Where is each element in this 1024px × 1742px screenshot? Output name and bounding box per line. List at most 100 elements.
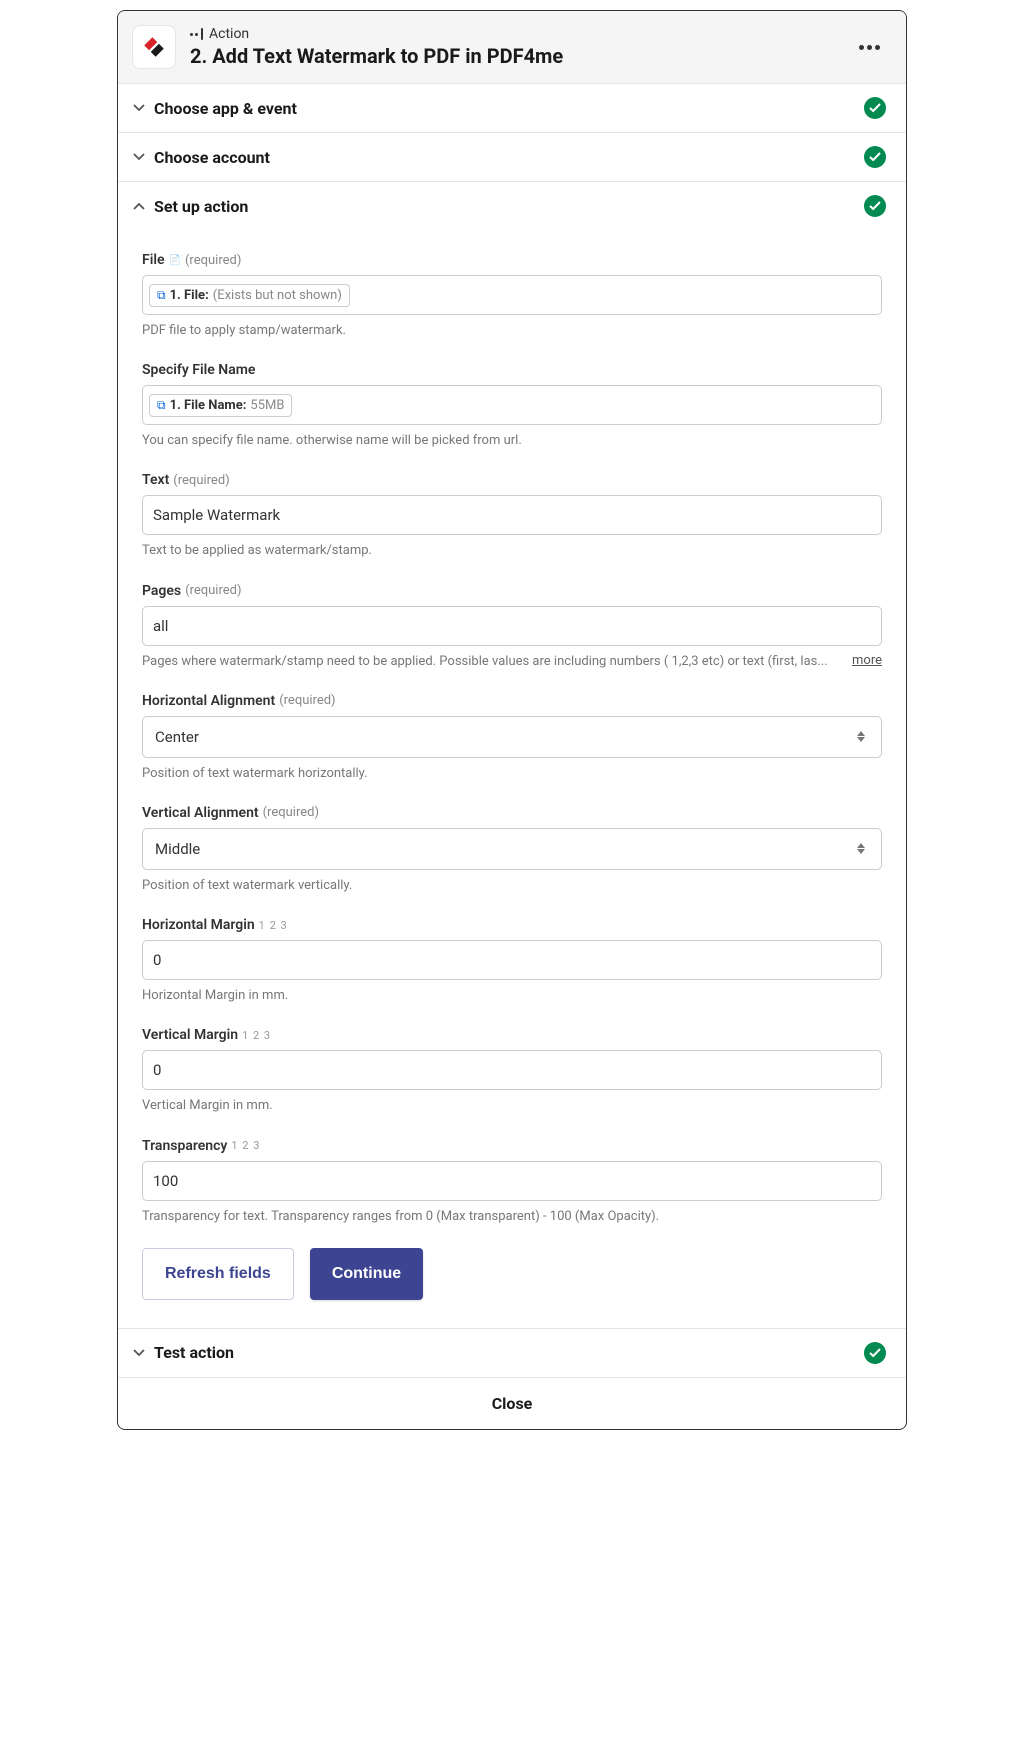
header-kicker: Action xyxy=(190,26,853,42)
hmargin-input[interactable]: 0 xyxy=(142,940,882,980)
pdf4me-icon xyxy=(141,34,167,60)
label-text: Horizontal Margin xyxy=(142,917,255,933)
label-text: Horizontal Alignment xyxy=(142,693,275,709)
vmargin-input[interactable]: 0 xyxy=(142,1050,882,1090)
halign-select[interactable]: Center xyxy=(142,716,882,758)
numeric-hint: 1 2 3 xyxy=(242,1029,271,1042)
field-label: File 📄 (required) xyxy=(142,252,882,268)
token-value: 55MB xyxy=(250,398,284,413)
check-icon xyxy=(864,146,886,168)
token-prefix: 1. File: xyxy=(170,288,209,303)
select-value: Center xyxy=(155,728,199,746)
header-text: Action 2. Add Text Watermark to PDF in P… xyxy=(190,26,853,68)
help-row: Pages where watermark/stamp need to be a… xyxy=(142,646,882,671)
label-text: File xyxy=(142,252,165,268)
section-choose-account[interactable]: Choose account xyxy=(118,132,906,181)
field-label: Vertical Alignment (required) xyxy=(142,805,882,821)
panel-header: Action 2. Add Text Watermark to PDF in P… xyxy=(118,11,906,83)
file-token[interactable]: ⧉ 1. File: (Exists but not shown) xyxy=(149,284,350,307)
input-value: all xyxy=(153,617,168,635)
field-transparency: Transparency 1 2 3 100 Transparency for … xyxy=(142,1138,882,1226)
close-button[interactable]: Close xyxy=(118,1377,906,1429)
section-title: Choose account xyxy=(154,148,864,167)
input-value: 0 xyxy=(153,1061,161,1079)
required-text: (required) xyxy=(263,805,319,820)
file-input[interactable]: ⧉ 1. File: (Exists but not shown) xyxy=(142,275,882,315)
check-icon xyxy=(864,1342,886,1364)
field-file: File 📄 (required) ⧉ 1. File: (Exists but… xyxy=(142,252,882,340)
numeric-hint: 1 2 3 xyxy=(231,1139,260,1152)
field-label: Horizontal Margin 1 2 3 xyxy=(142,917,882,933)
field-label: Transparency 1 2 3 xyxy=(142,1138,882,1154)
label-text: Specify File Name xyxy=(142,362,255,378)
field-label: Specify File Name xyxy=(142,362,882,378)
field-label: Text (required) xyxy=(142,472,882,488)
action-type-icon xyxy=(190,28,203,40)
more-menu-button[interactable] xyxy=(853,39,886,56)
chevron-down-icon xyxy=(130,99,148,117)
button-row: Refresh fields Continue xyxy=(142,1248,882,1300)
required-text: (required) xyxy=(185,583,241,598)
action-panel: Action 2. Add Text Watermark to PDF in P… xyxy=(117,10,907,1430)
select-caret-icon xyxy=(853,843,869,854)
help-text: Position of text watermark vertically. xyxy=(142,877,882,895)
text-input[interactable]: Sample Watermark xyxy=(142,495,882,535)
valign-select[interactable]: Middle xyxy=(142,828,882,870)
check-icon xyxy=(864,195,886,217)
input-value: Sample Watermark xyxy=(153,506,280,524)
section-setup-action[interactable]: Set up action xyxy=(118,181,906,230)
field-vmargin: Vertical Margin 1 2 3 0 Vertical Margin … xyxy=(142,1027,882,1115)
kicker-label: Action xyxy=(209,26,249,42)
setup-body: File 📄 (required) ⧉ 1. File: (Exists but… xyxy=(118,230,906,1328)
chevron-up-icon xyxy=(130,197,148,215)
field-text: Text (required) Sample Watermark Text to… xyxy=(142,472,882,560)
transparency-input[interactable]: 100 xyxy=(142,1161,882,1201)
required-text: (required) xyxy=(279,693,335,708)
help-text: Pages where watermark/stamp need to be a… xyxy=(142,653,842,671)
pages-input[interactable]: all xyxy=(142,606,882,646)
section-title: Choose app & event xyxy=(154,99,864,118)
dropbox-icon: ⧉ xyxy=(157,398,166,413)
help-text: Transparency for text. Transparency rang… xyxy=(142,1208,882,1226)
field-valign: Vertical Alignment (required) Middle Pos… xyxy=(142,805,882,895)
help-text: Text to be applied as watermark/stamp. xyxy=(142,542,882,560)
filename-input[interactable]: ⧉ 1. File Name: 55MB xyxy=(142,385,882,425)
label-text: Vertical Alignment xyxy=(142,805,259,821)
help-text: Vertical Margin in mm. xyxy=(142,1097,882,1115)
dropbox-icon: ⧉ xyxy=(157,288,166,303)
help-text: PDF file to apply stamp/watermark. xyxy=(142,322,882,340)
chevron-down-icon xyxy=(130,148,148,166)
section-choose-app[interactable]: Choose app & event xyxy=(118,83,906,132)
token-prefix: 1. File Name: xyxy=(170,398,247,413)
help-text: Position of text watermark horizontally. xyxy=(142,765,882,783)
select-value: Middle xyxy=(155,840,200,858)
field-hmargin: Horizontal Margin 1 2 3 0 Horizontal Mar… xyxy=(142,917,882,1005)
filename-token[interactable]: ⧉ 1. File Name: 55MB xyxy=(149,394,292,417)
app-icon xyxy=(132,25,176,69)
section-test-action[interactable]: Test action xyxy=(118,1328,906,1377)
numeric-hint: 1 2 3 xyxy=(259,919,288,932)
check-icon xyxy=(864,97,886,119)
continue-button[interactable]: Continue xyxy=(310,1248,423,1300)
chevron-down-icon xyxy=(130,1344,148,1362)
field-halign: Horizontal Alignment (required) Center P… xyxy=(142,693,882,783)
field-label: Horizontal Alignment (required) xyxy=(142,693,882,709)
panel-title: 2. Add Text Watermark to PDF in PDF4me xyxy=(190,44,853,68)
label-text: Pages xyxy=(142,583,181,599)
field-label: Pages (required) xyxy=(142,583,882,599)
more-link[interactable]: more xyxy=(852,653,882,668)
section-title: Test action xyxy=(154,1343,864,1362)
required-text: (required) xyxy=(173,473,229,488)
help-text: Horizontal Margin in mm. xyxy=(142,987,882,1005)
select-caret-icon xyxy=(853,731,869,742)
field-filename: Specify File Name ⧉ 1. File Name: 55MB Y… xyxy=(142,362,882,450)
file-type-icon: 📄 xyxy=(169,255,181,266)
token-value: (Exists but not shown) xyxy=(213,288,342,303)
help-text: You can specify file name. otherwise nam… xyxy=(142,432,882,450)
input-value: 0 xyxy=(153,951,161,969)
input-value: 100 xyxy=(153,1172,178,1190)
label-text: Text xyxy=(142,472,169,488)
required-text: (required) xyxy=(185,253,241,268)
label-text: Transparency xyxy=(142,1138,227,1154)
refresh-fields-button[interactable]: Refresh fields xyxy=(142,1248,294,1300)
